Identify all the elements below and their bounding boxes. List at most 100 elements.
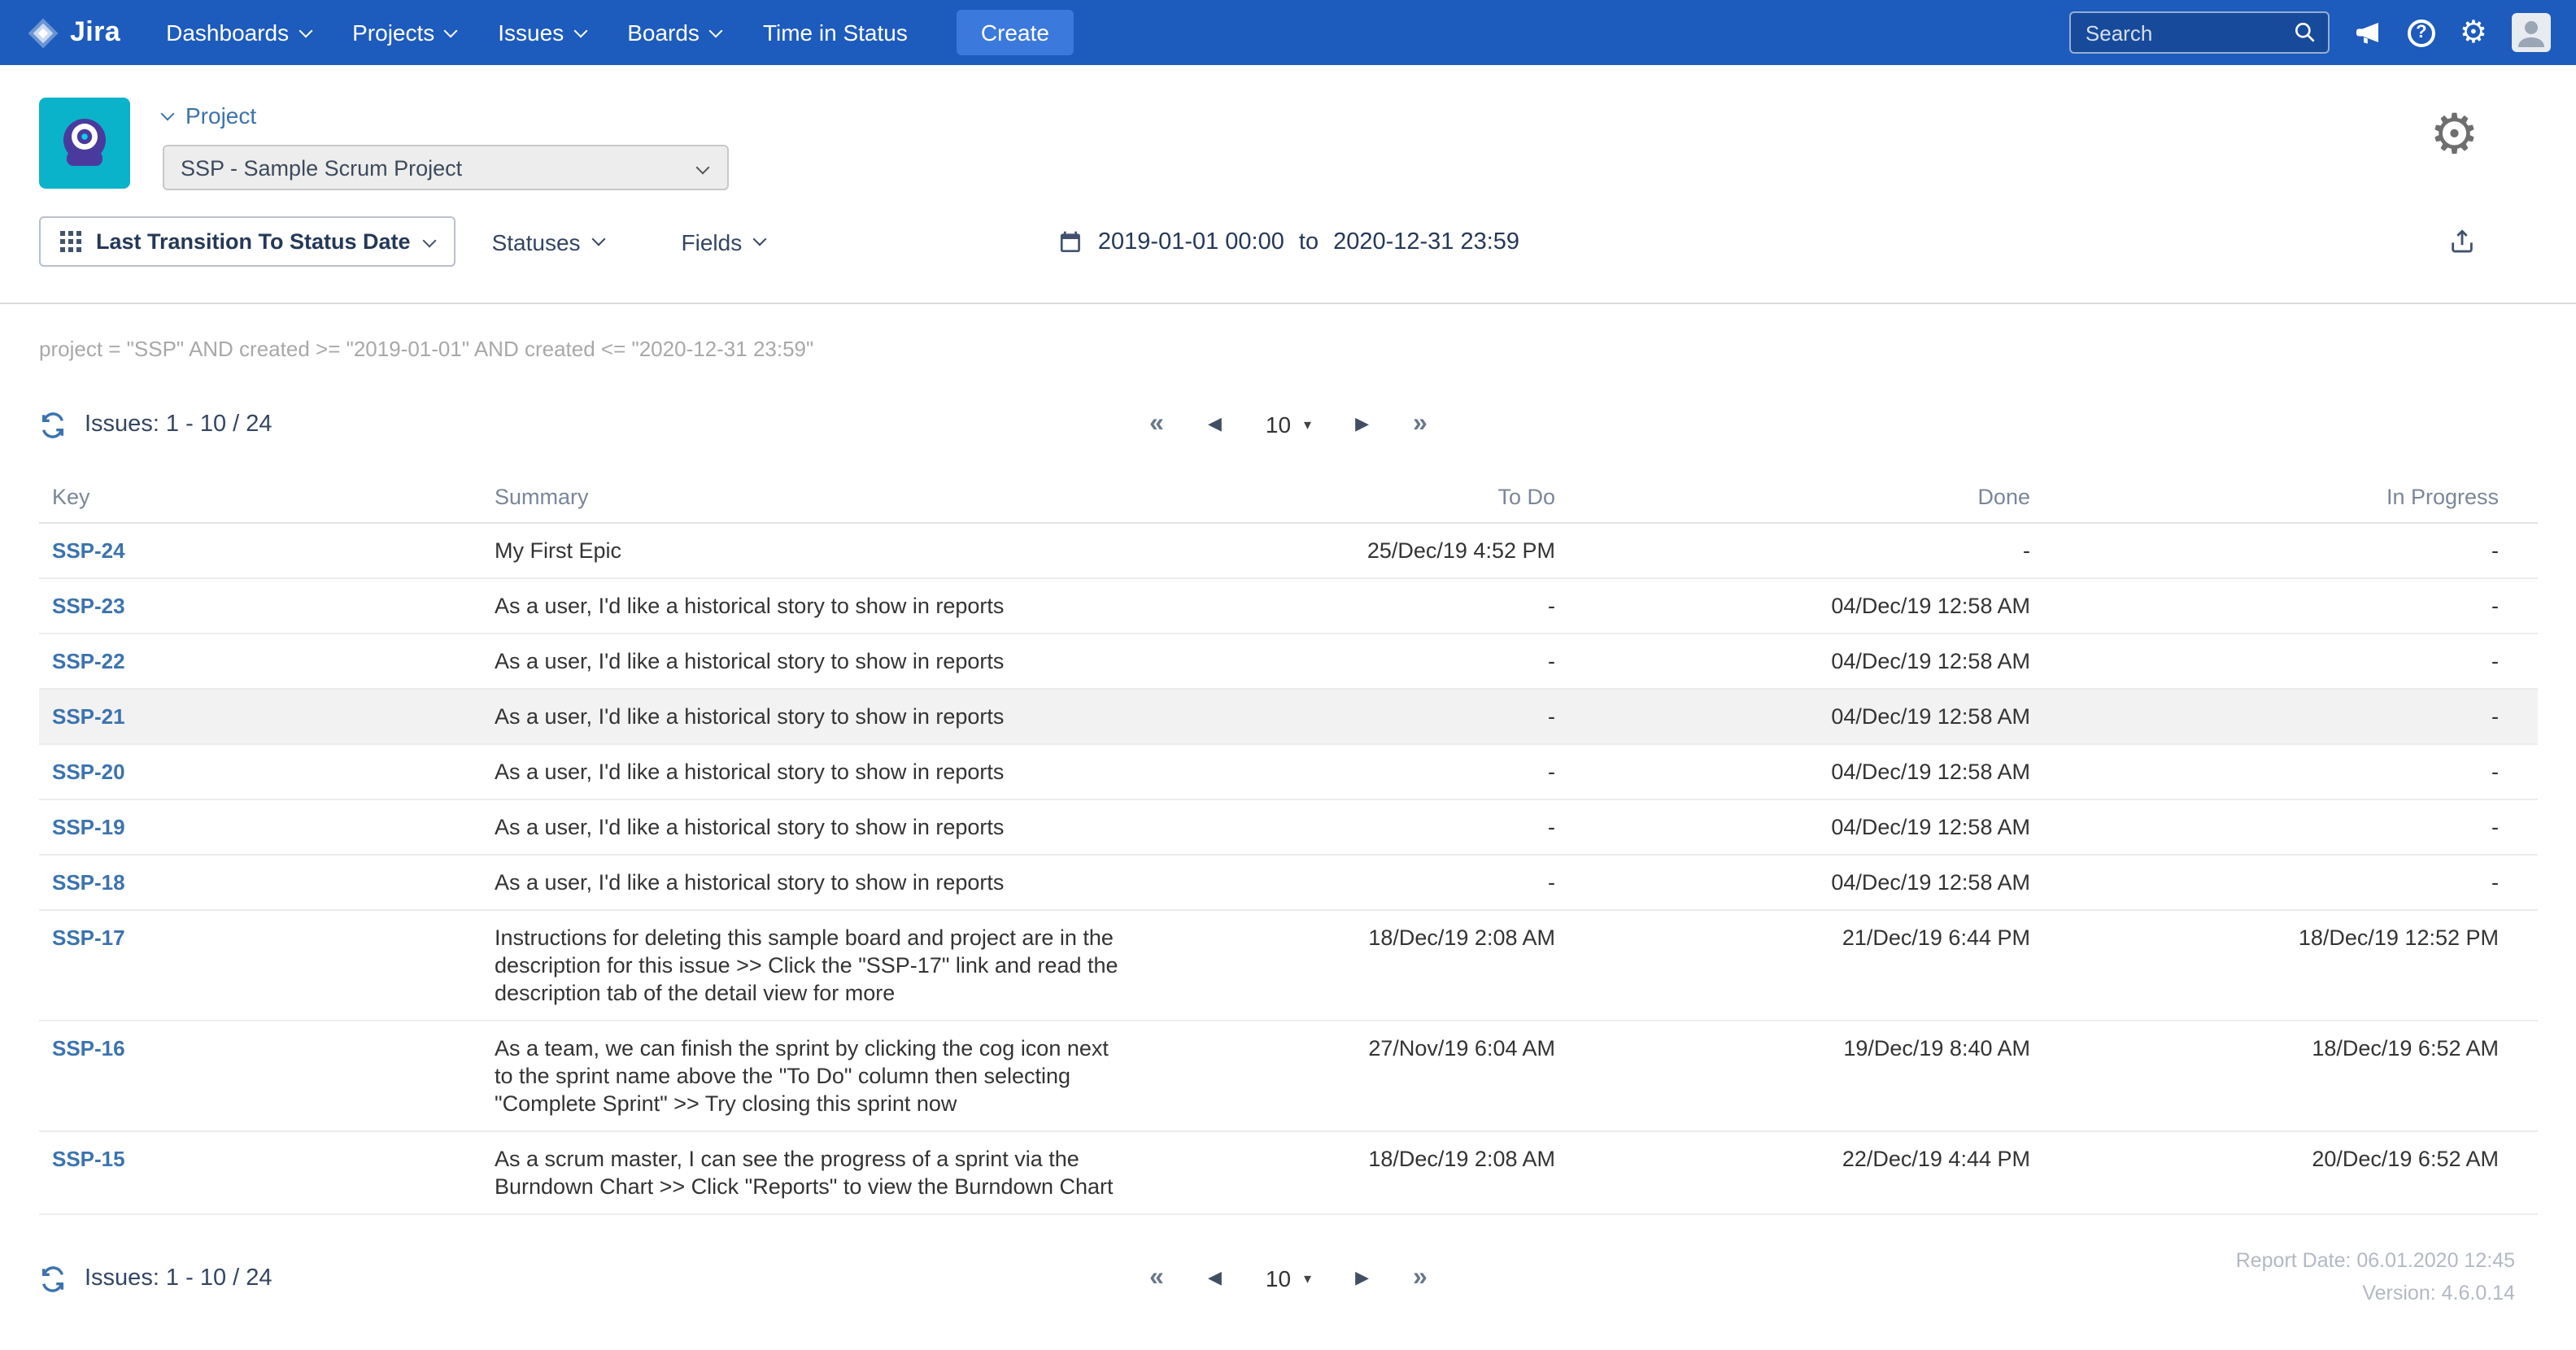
inprogress-cell: - (2043, 578, 2538, 634)
inprogress-cell: - (2043, 799, 2538, 855)
nav-label: Issues (498, 20, 564, 46)
nav-projects[interactable]: Projects (352, 20, 455, 46)
page-size-select[interactable]: 10 ▾ (1266, 413, 1311, 436)
next-page-button[interactable]: ▶ (1355, 1269, 1369, 1287)
issue-key-link[interactable]: SSP-20 (52, 760, 125, 784)
statuses-label: Statuses (492, 229, 581, 255)
nav-time-in-status[interactable]: Time in Status (763, 20, 908, 46)
summary-cell: As a scrum master, I can see the progres… (482, 1131, 1139, 1214)
last-page-button[interactable]: » (1413, 412, 1427, 438)
todo-cell: - (1139, 634, 1568, 689)
chevron-down-icon (573, 24, 587, 37)
issue-key-link[interactable]: SSP-19 (52, 815, 125, 839)
jira-home-link[interactable]: Jira (26, 15, 120, 50)
pager-bottom: « ◀ 10 ▾ ▶ » (1149, 1265, 1427, 1291)
last-page-button[interactable]: » (1413, 1265, 1427, 1291)
help-icon[interactable]: ? (2408, 19, 2435, 46)
key-cell: SSP-24 (39, 523, 482, 578)
avatar-person-icon (2512, 13, 2551, 52)
issue-key-link[interactable]: SSP-24 (52, 538, 125, 563)
date-range-picker[interactable]: 2019-01-01 00:00 to 2020-12-31 23:59 (1057, 229, 1519, 255)
summary-cell: As a user, I'd like a historical story t… (482, 578, 1139, 634)
toolbar-divider (0, 303, 2576, 304)
search-input[interactable] (2069, 11, 2330, 54)
inprogress-cell: - (2043, 855, 2538, 910)
column-header-summary[interactable]: Summary (482, 472, 1139, 523)
done-cell: 04/Dec/19 12:58 AM (1568, 855, 2043, 910)
todo-cell: - (1139, 799, 1568, 855)
inprogress-cell: - (2043, 634, 2538, 689)
key-cell: SSP-17 (39, 910, 482, 1021)
issue-key-link[interactable]: SSP-17 (52, 925, 125, 950)
chevron-down-icon (591, 233, 605, 246)
issue-key-link[interactable]: SSP-16 (52, 1036, 125, 1060)
settings-icon[interactable]: ⚙ (2460, 17, 2487, 48)
report-settings-gear-icon[interactable]: ⚙ (2430, 107, 2479, 163)
search-icon[interactable] (2292, 20, 2318, 46)
todo-cell: 27/Nov/19 6:04 AM (1139, 1021, 1568, 1131)
primary-nav: Dashboards Projects Issues Boards Time i… (166, 10, 1074, 55)
nav-issues[interactable]: Issues (498, 20, 585, 46)
header-row: Key Summary To Do Done In Progress (39, 472, 2538, 523)
table-row: SSP-20As a user, I'd like a historical s… (39, 744, 2538, 799)
table-row: SSP-19As a user, I'd like a historical s… (39, 799, 2538, 855)
issue-key-link[interactable]: SSP-15 (52, 1147, 125, 1171)
summary-cell: My First Epic (482, 523, 1139, 578)
project-avatar (39, 98, 130, 189)
date-to: 2020-12-31 23:59 (1333, 229, 1519, 255)
refresh-button[interactable] (39, 411, 67, 438)
issue-key-link[interactable]: SSP-18 (52, 870, 125, 895)
refresh-icon (39, 1265, 67, 1292)
issues-count: Issues: 1 - 10 / 24 (85, 412, 272, 438)
user-avatar[interactable] (2512, 13, 2551, 52)
jira-logo-icon (26, 15, 60, 50)
refresh-button[interactable] (39, 1265, 67, 1292)
page-size-select[interactable]: 10 ▾ (1266, 1267, 1311, 1290)
report-type-label: Last Transition To Status Date (96, 229, 411, 254)
first-page-button[interactable]: « (1149, 412, 1164, 438)
version: Version: 4.6.0.14 (2236, 1277, 2515, 1309)
first-page-button[interactable]: « (1149, 1265, 1164, 1291)
table-row: SSP-18 As a user, I'd like a historical s… (39, 855, 2538, 910)
export-button[interactable] (2448, 228, 2476, 255)
todo-cell: 25/Dec/19 4:52 PM (1139, 523, 1568, 578)
announcements-icon[interactable] (2354, 18, 2383, 47)
key-cell: SSP-18 (39, 855, 482, 910)
summary-cell: As a user, I'd like a historical story t… (482, 855, 1139, 910)
done-cell: 04/Dec/19 12:58 AM (1568, 578, 2043, 634)
issue-key-link[interactable]: SSP-21 (52, 704, 125, 729)
project-select[interactable]: SSP - Sample Scrum Project (163, 145, 729, 190)
key-cell: SSP-15 (39, 1131, 482, 1214)
key-cell: SSP-16 (39, 1021, 482, 1131)
jql-query: project = "SSP" AND created >= "2019-01-… (39, 337, 2538, 361)
nav-label: Boards (627, 20, 700, 46)
key-cell: SSP-19 (39, 799, 482, 855)
done-cell: 04/Dec/19 12:58 AM (1568, 744, 2043, 799)
column-header-inprogress[interactable]: In Progress (2043, 472, 2538, 523)
column-header-done[interactable]: Done (1568, 472, 2043, 523)
nav-boards[interactable]: Boards (627, 20, 721, 46)
prev-page-button[interactable]: ◀ (1208, 1269, 1222, 1287)
issue-key-link[interactable]: SSP-23 (52, 594, 125, 618)
date-to-word: to (1299, 229, 1319, 255)
calendar-icon (1057, 229, 1083, 255)
inprogress-cell: 18/Dec/19 12:52 PM (2043, 910, 2538, 1021)
key-cell: SSP-23 (39, 578, 482, 634)
statuses-dropdown[interactable]: Statuses (492, 229, 604, 255)
issue-key-link[interactable]: SSP-22 (52, 649, 125, 673)
next-page-button[interactable]: ▶ (1355, 416, 1369, 433)
summary-cell: Instructions for deleting this sample bo… (482, 910, 1139, 1021)
column-header-todo[interactable]: To Do (1139, 472, 1568, 523)
column-header-key[interactable]: Key (39, 472, 482, 523)
todo-cell: - (1139, 578, 1568, 634)
caret-down-icon: ▾ (1304, 1271, 1311, 1286)
nav-dashboards[interactable]: Dashboards (166, 20, 310, 46)
fields-dropdown[interactable]: Fields (682, 229, 765, 255)
prev-page-button[interactable]: ◀ (1208, 416, 1222, 433)
project-section-toggle[interactable]: Project (163, 101, 729, 130)
nav-label: Projects (352, 20, 434, 46)
search-box (2069, 11, 2330, 54)
nav-label: Time in Status (763, 20, 908, 46)
report-type-button[interactable]: Last Transition To Status Date (39, 216, 456, 267)
create-button[interactable]: Create (957, 10, 1074, 55)
